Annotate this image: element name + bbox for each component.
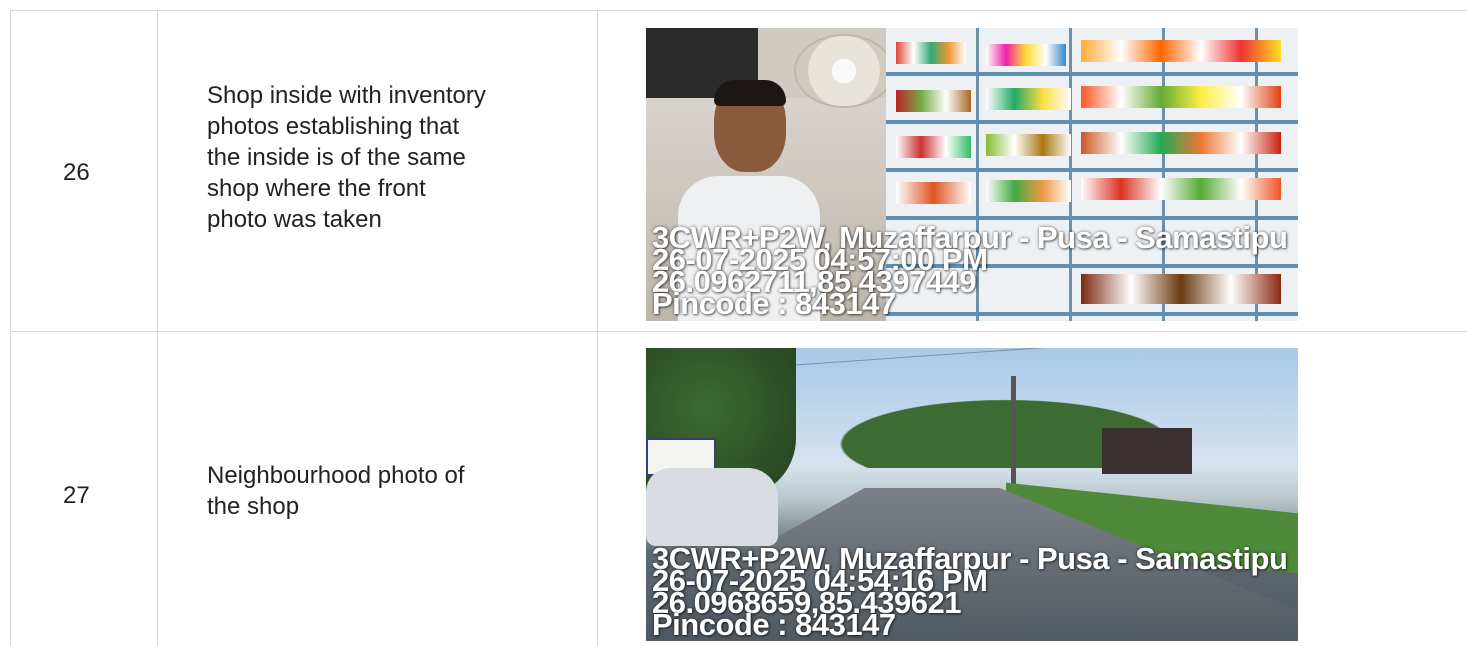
geotag-overlay: 3CWR+P2W, Muzaffarpur - Pusa - Samastipu… xyxy=(652,222,1288,319)
row-number-cell: 27 xyxy=(11,332,158,646)
parked-car xyxy=(646,468,778,546)
electric-pole xyxy=(1011,376,1016,496)
description-cell: Shop inside with inventory photos establ… xyxy=(158,11,598,331)
geotag-pincode: Pincode : 843147 xyxy=(652,607,896,641)
row-number: 27 xyxy=(63,482,90,509)
description-cell: Neighbourhood photo of the shop xyxy=(158,332,598,646)
row-description: Neighbourhood photo of the shop xyxy=(207,462,465,520)
row-number-cell: 26 xyxy=(11,11,158,331)
table-row: 27 Neighbourhood photo of the shop 3CWR+… xyxy=(11,332,1467,646)
row-description: Shop inside with inventory photos establ… xyxy=(207,82,486,233)
evidence-table: 26 Shop inside with inventory photos est… xyxy=(10,10,1467,646)
geotag-overlay: 3CWR+P2W, Muzaffarpur - Pusa - Samastipu… xyxy=(652,543,1288,641)
shop-interior-photo: 3CWR+P2W, Muzaffarpur - Pusa - Samastipu… xyxy=(646,28,1298,321)
photo-cell: 3CWR+P2W, Muzaffarpur - Pusa - Samastipu… xyxy=(598,11,1467,331)
billboard xyxy=(1102,428,1192,474)
table-row: 26 Shop inside with inventory photos est… xyxy=(11,11,1467,332)
row-number: 26 xyxy=(63,159,90,186)
photo-cell: 3CWR+P2W, Muzaffarpur - Pusa - Samastipu… xyxy=(598,332,1467,646)
neighbourhood-photo: 3CWR+P2W, Muzaffarpur - Pusa - Samastipu… xyxy=(646,348,1298,641)
